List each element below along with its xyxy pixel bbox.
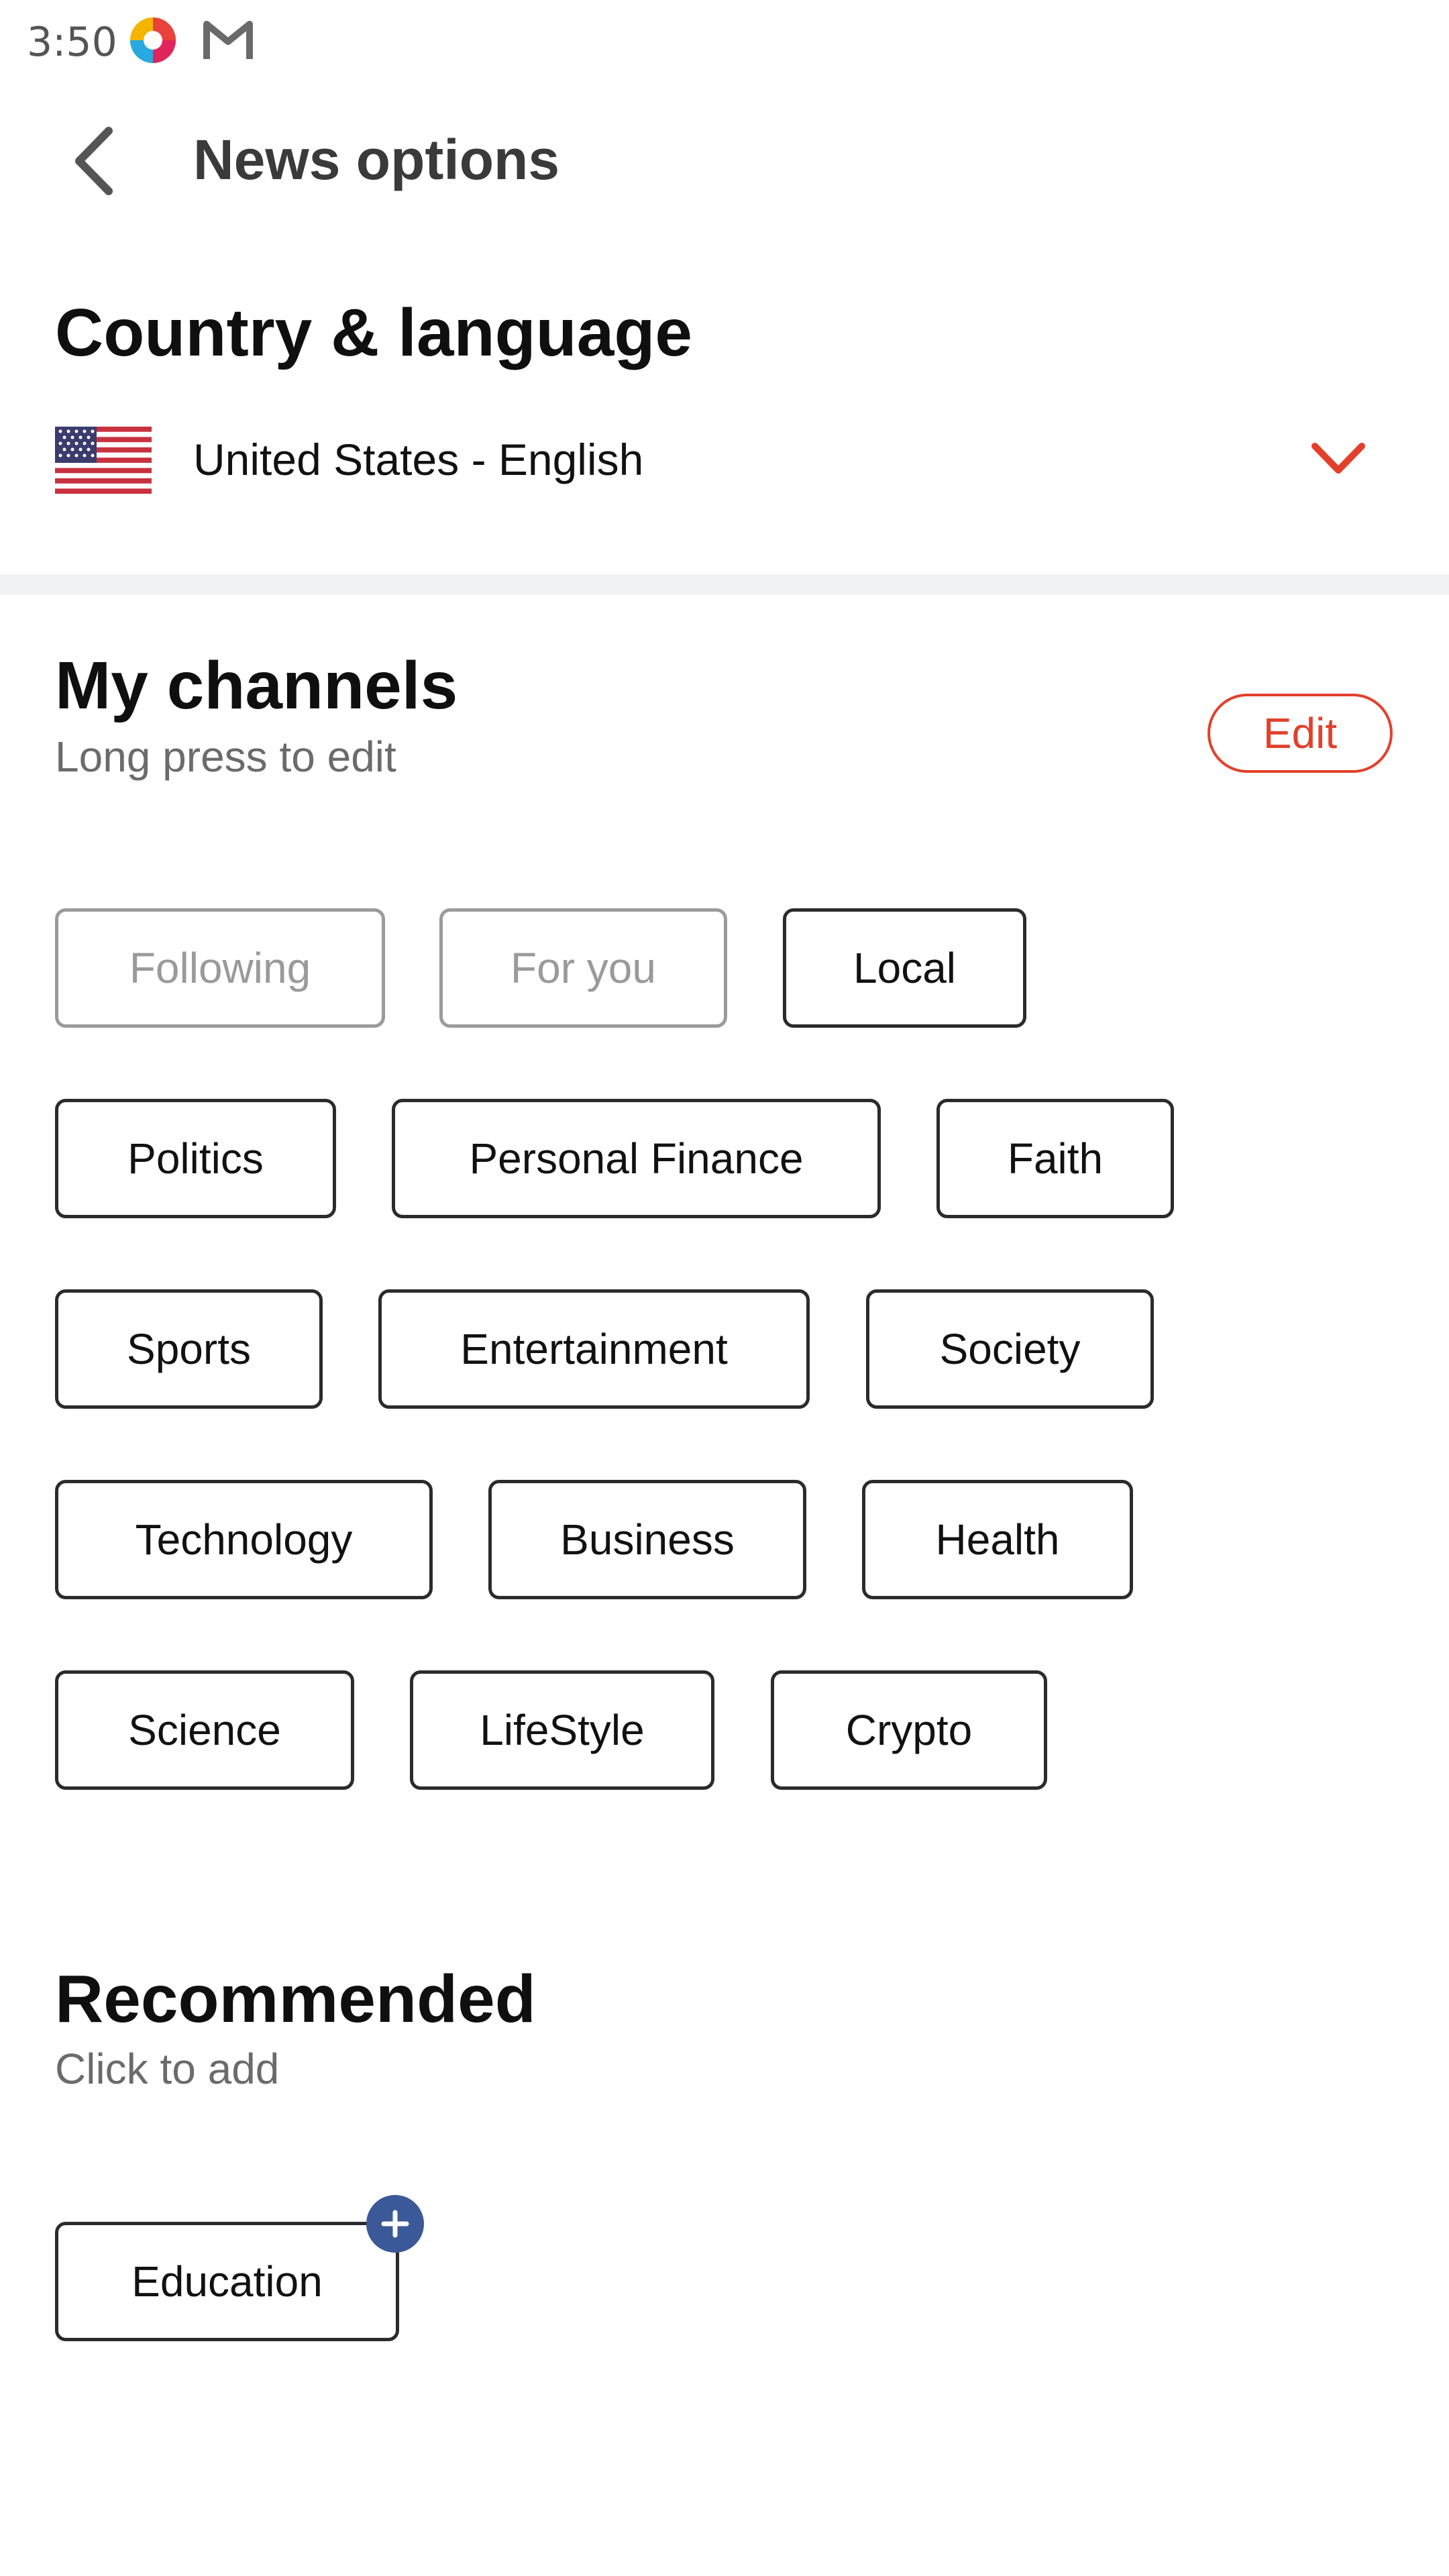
- edit-button[interactable]: Edit: [1208, 694, 1393, 773]
- recommended-subtitle: Click to add: [55, 2045, 280, 2093]
- country-language-selector[interactable]: United States - English: [0, 402, 1449, 517]
- mail-icon: [203, 21, 253, 59]
- us-flag-icon: [55, 427, 152, 494]
- channel-chip-lifestyle[interactable]: LifeStyle: [410, 1670, 714, 1790]
- recommended-heading: Recommended: [55, 1962, 536, 2037]
- section-divider: [0, 574, 1449, 594]
- channel-chip-business[interactable]: Business: [488, 1480, 806, 1599]
- channel-chip-technology[interactable]: Technology: [55, 1480, 433, 1599]
- chevron-left-icon: [75, 127, 113, 195]
- back-button[interactable]: [54, 121, 134, 201]
- plus-icon: [381, 2210, 409, 2238]
- page-title: News options: [193, 128, 560, 191]
- recommended-chip-education[interactable]: Education: [55, 2222, 399, 2341]
- channel-chip-local[interactable]: Local: [783, 908, 1026, 1028]
- app-header: News options: [0, 107, 1449, 215]
- channel-chip-sports[interactable]: Sports: [55, 1289, 323, 1409]
- channel-chip-entertainment[interactable]: Entertainment: [378, 1289, 810, 1409]
- channel-chip-crypto[interactable]: Crypto: [771, 1670, 1047, 1790]
- country-heading: Country & language: [55, 295, 693, 370]
- add-education-button[interactable]: [366, 2195, 424, 2253]
- status-time: 3:50: [27, 19, 117, 66]
- channel-chip-for-you[interactable]: For you: [439, 908, 727, 1028]
- channel-chip-faith[interactable]: Faith: [936, 1099, 1174, 1218]
- channel-chip-following[interactable]: Following: [55, 908, 385, 1028]
- status-bar: 3:50: [0, 0, 1449, 80]
- app-swirl-icon: [130, 17, 176, 63]
- channel-chip-health[interactable]: Health: [862, 1480, 1133, 1599]
- channel-chip-science[interactable]: Science: [55, 1670, 354, 1790]
- channel-chip-society[interactable]: Society: [866, 1289, 1154, 1409]
- chevron-down-icon: [1311, 443, 1365, 474]
- my-channels-heading: My channels: [55, 648, 458, 723]
- my-channels-subtitle: Long press to edit: [55, 733, 396, 781]
- channel-chip-politics[interactable]: Politics: [55, 1099, 336, 1218]
- country-language-label: United States - English: [193, 435, 644, 484]
- channel-chip-personal-finance[interactable]: Personal Finance: [392, 1099, 881, 1218]
